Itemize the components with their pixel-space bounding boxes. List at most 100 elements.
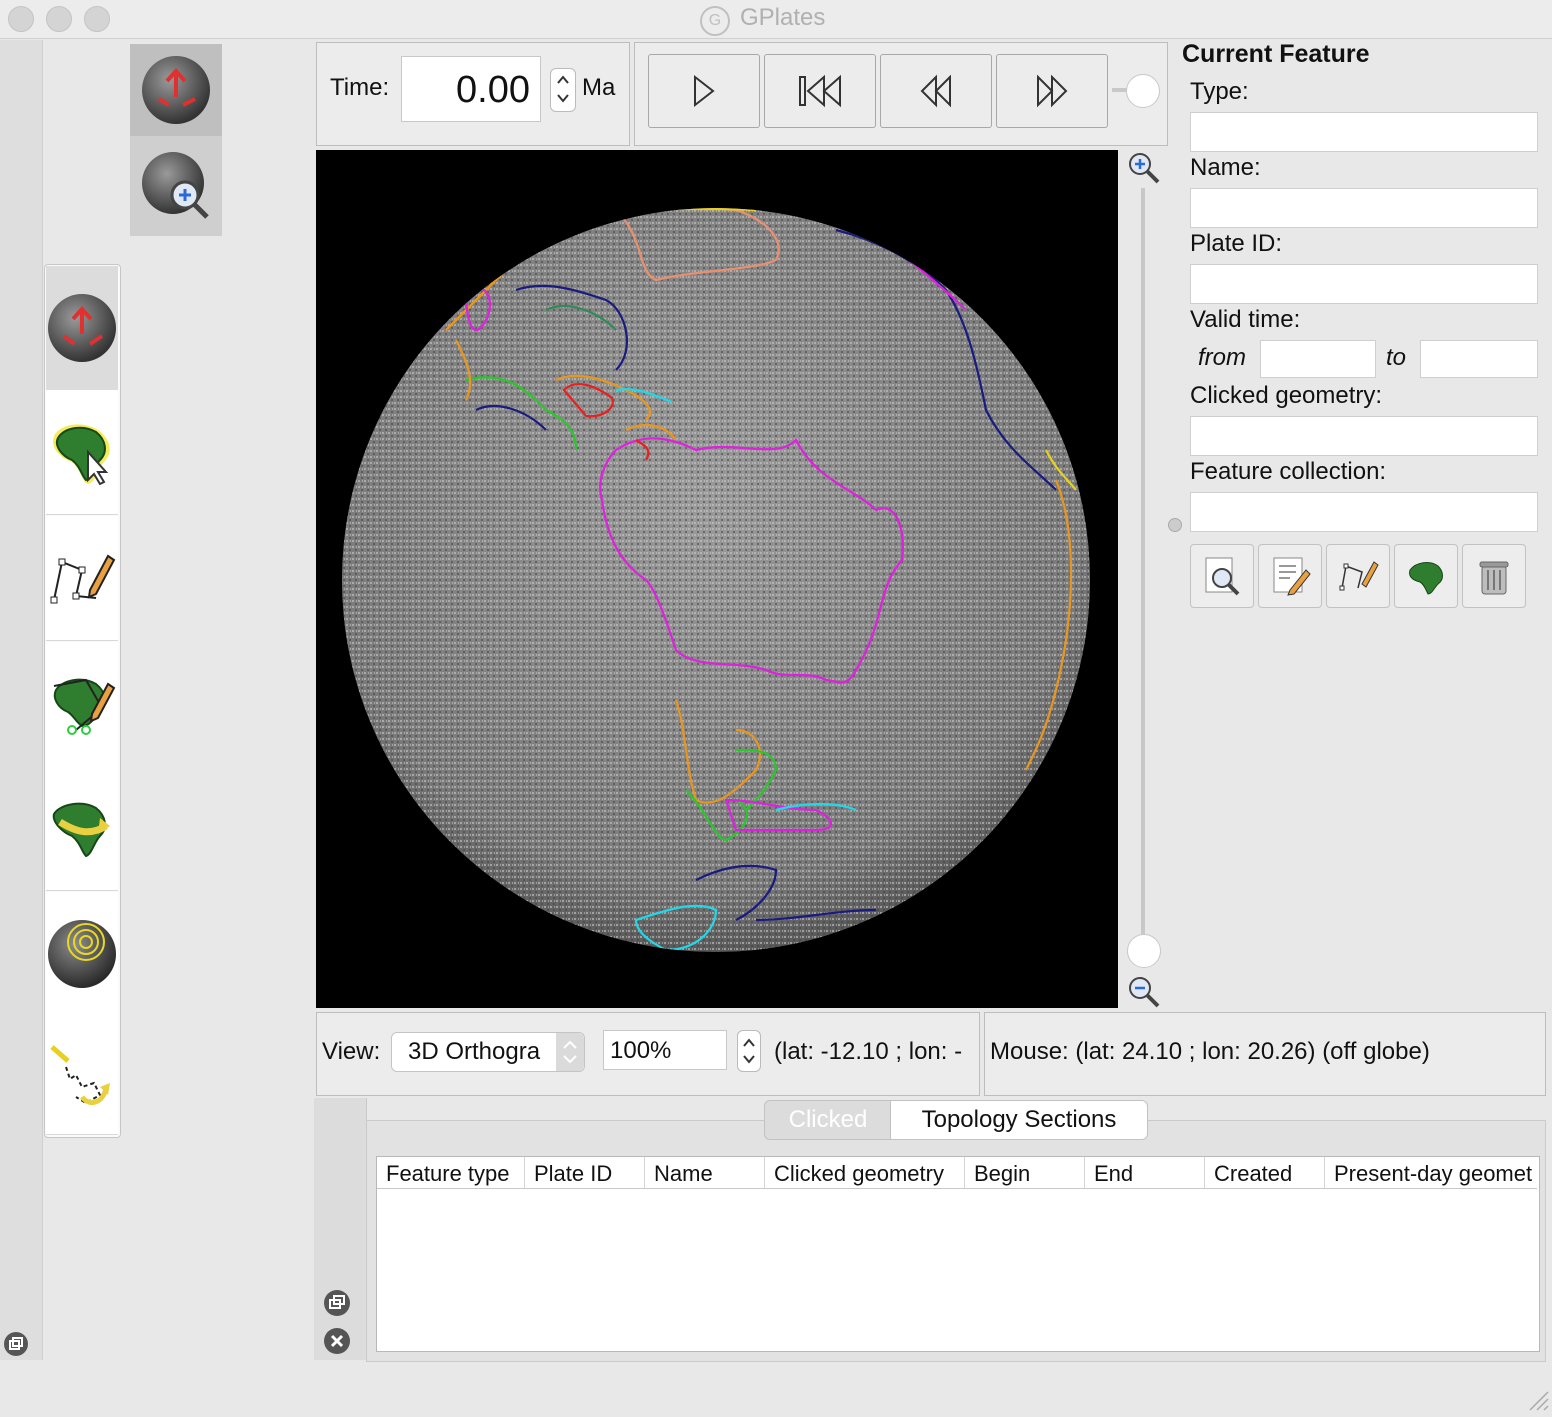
resize-grip-icon xyxy=(1529,1391,1549,1411)
tab-topology-sections[interactable]: Topology Sections xyxy=(890,1100,1148,1140)
plate-id-label: Plate ID: xyxy=(1190,230,1283,257)
plate-feature-button[interactable] xyxy=(1394,544,1458,608)
zoom-in-button[interactable] xyxy=(1126,150,1160,184)
zoom-globe-icon xyxy=(142,152,209,219)
zoom-globe-tool[interactable] xyxy=(130,140,222,232)
edit-feature-geometry-tool-button[interactable] xyxy=(46,642,118,767)
plate-feature-icon xyxy=(1409,562,1443,595)
feature-table[interactable]: Feature type Plate ID Name Clicked geome… xyxy=(376,1156,1540,1352)
column-header[interactable]: Feature type xyxy=(377,1157,525,1189)
bottom-dock-sidebar xyxy=(314,1098,367,1360)
time-input[interactable]: 0.00 xyxy=(401,56,541,122)
drag-globe-tool[interactable] xyxy=(130,44,222,136)
type-label: Type: xyxy=(1190,78,1249,105)
close-window-button[interactable] xyxy=(8,6,34,32)
feature-collection-field xyxy=(1190,492,1538,532)
zoom-out-icon xyxy=(1129,977,1160,1008)
time-stepper[interactable] xyxy=(550,68,576,112)
step-back-icon xyxy=(920,74,951,108)
digitise-icon xyxy=(1339,561,1379,591)
small-circle-icon xyxy=(48,920,116,988)
plate-id-field xyxy=(1190,264,1538,304)
column-header[interactable]: Name xyxy=(645,1157,765,1189)
view-label: View: xyxy=(322,1038,381,1065)
zoom-in-icon xyxy=(1129,153,1160,184)
resize-grip[interactable] xyxy=(1524,1386,1550,1412)
build-topology-icon xyxy=(50,1045,110,1106)
edit-feature-geometry-icon xyxy=(53,678,116,735)
projection-select-arrows[interactable] xyxy=(556,1033,584,1071)
tab-clicked[interactable]: Clicked xyxy=(764,1100,892,1140)
small-circle-tool-button[interactable] xyxy=(46,892,118,1017)
gplates-logo-icon: G xyxy=(700,6,730,36)
clicked-geometry-label: Clicked geometry: xyxy=(1190,382,1383,409)
close-icon xyxy=(330,1334,344,1348)
type-field xyxy=(1190,112,1538,152)
zoom-stepper[interactable] xyxy=(737,1030,761,1072)
zoom-slider-handle[interactable] xyxy=(1127,934,1161,968)
left-dock-strip xyxy=(0,40,43,1360)
float-panel-button[interactable] xyxy=(324,1290,350,1316)
name-field xyxy=(1190,188,1538,228)
digitise-geometry-icon xyxy=(50,554,116,604)
query-feature-icon xyxy=(1205,557,1240,596)
from-label: from xyxy=(1198,344,1246,371)
globe-canvas[interactable] xyxy=(316,150,1118,1008)
move-pole-icon xyxy=(52,802,110,858)
reset-to-start-button[interactable] xyxy=(764,54,876,128)
time-label: Time: xyxy=(330,74,390,101)
skip-to-start-icon xyxy=(799,74,841,108)
name-label: Name: xyxy=(1190,154,1261,181)
digitise-button[interactable] xyxy=(1326,544,1390,608)
zoom-slider-track xyxy=(1141,188,1145,948)
drag-globe-tool-button[interactable] xyxy=(46,266,118,391)
delete-feature-button[interactable] xyxy=(1462,544,1526,608)
move-pole-tool-button[interactable] xyxy=(46,766,118,891)
zoom-input[interactable]: 100% xyxy=(603,1030,727,1070)
digitise-geometry-tool-button[interactable] xyxy=(46,516,118,641)
build-topology-tool-button[interactable] xyxy=(46,1016,118,1135)
column-header[interactable]: Plate ID xyxy=(525,1157,645,1189)
column-header[interactable]: Begin xyxy=(965,1157,1085,1189)
camera-coordinates: (lat: -12.10 ; lon: - xyxy=(774,1038,963,1065)
splitter-handle[interactable] xyxy=(1168,518,1182,532)
step-forward-button[interactable] xyxy=(996,54,1108,128)
drag-globe-icon xyxy=(142,56,210,124)
clicked-geometry-field xyxy=(1190,416,1538,456)
play-button[interactable] xyxy=(648,54,760,128)
valid-time-label: Valid time: xyxy=(1190,306,1301,333)
edit-feature-icon xyxy=(1273,557,1311,596)
column-header[interactable]: Present-day geomet xyxy=(1325,1157,1537,1189)
query-feature-button[interactable] xyxy=(1190,544,1254,608)
stepper-arrows-icon xyxy=(557,75,569,103)
to-label: to xyxy=(1386,344,1407,371)
choose-feature-tool-button[interactable] xyxy=(46,390,118,515)
time-unit: Ma xyxy=(582,74,616,101)
zoom-out-button[interactable] xyxy=(1126,974,1160,1008)
float-window-icon xyxy=(329,1295,345,1309)
column-header[interactable]: Created xyxy=(1205,1157,1325,1189)
valid-to-field xyxy=(1420,340,1538,378)
close-panel-button[interactable] xyxy=(324,1328,350,1354)
feature-collection-label: Feature collection: xyxy=(1190,458,1387,485)
minimize-window-button[interactable] xyxy=(46,6,72,32)
step-forward-icon xyxy=(1037,74,1068,108)
drag-globe-icon xyxy=(48,294,116,362)
projection-value: 3D Orthogra xyxy=(408,1038,541,1065)
play-icon xyxy=(694,74,715,108)
step-back-button[interactable] xyxy=(880,54,992,128)
mouse-coordinates: Mouse: (lat: 24.10 ; lon: 20.26) (off gl… xyxy=(990,1038,1430,1065)
float-dock-icon[interactable] xyxy=(2,1330,30,1358)
column-header[interactable]: End xyxy=(1085,1157,1205,1189)
choose-feature-icon xyxy=(53,424,110,486)
globe-image xyxy=(342,208,1090,952)
zoom-window-button[interactable] xyxy=(84,6,110,32)
stepper-arrows-icon xyxy=(743,1038,755,1064)
current-feature-heading: Current Feature xyxy=(1182,40,1370,68)
animation-slider-handle[interactable] xyxy=(1126,74,1160,108)
delete-feature-icon xyxy=(1479,561,1509,595)
edit-feature-button[interactable] xyxy=(1258,544,1322,608)
valid-from-field xyxy=(1260,340,1376,378)
title-bar: G GPlates xyxy=(0,0,1552,39)
column-header[interactable]: Clicked geometry xyxy=(765,1157,965,1189)
